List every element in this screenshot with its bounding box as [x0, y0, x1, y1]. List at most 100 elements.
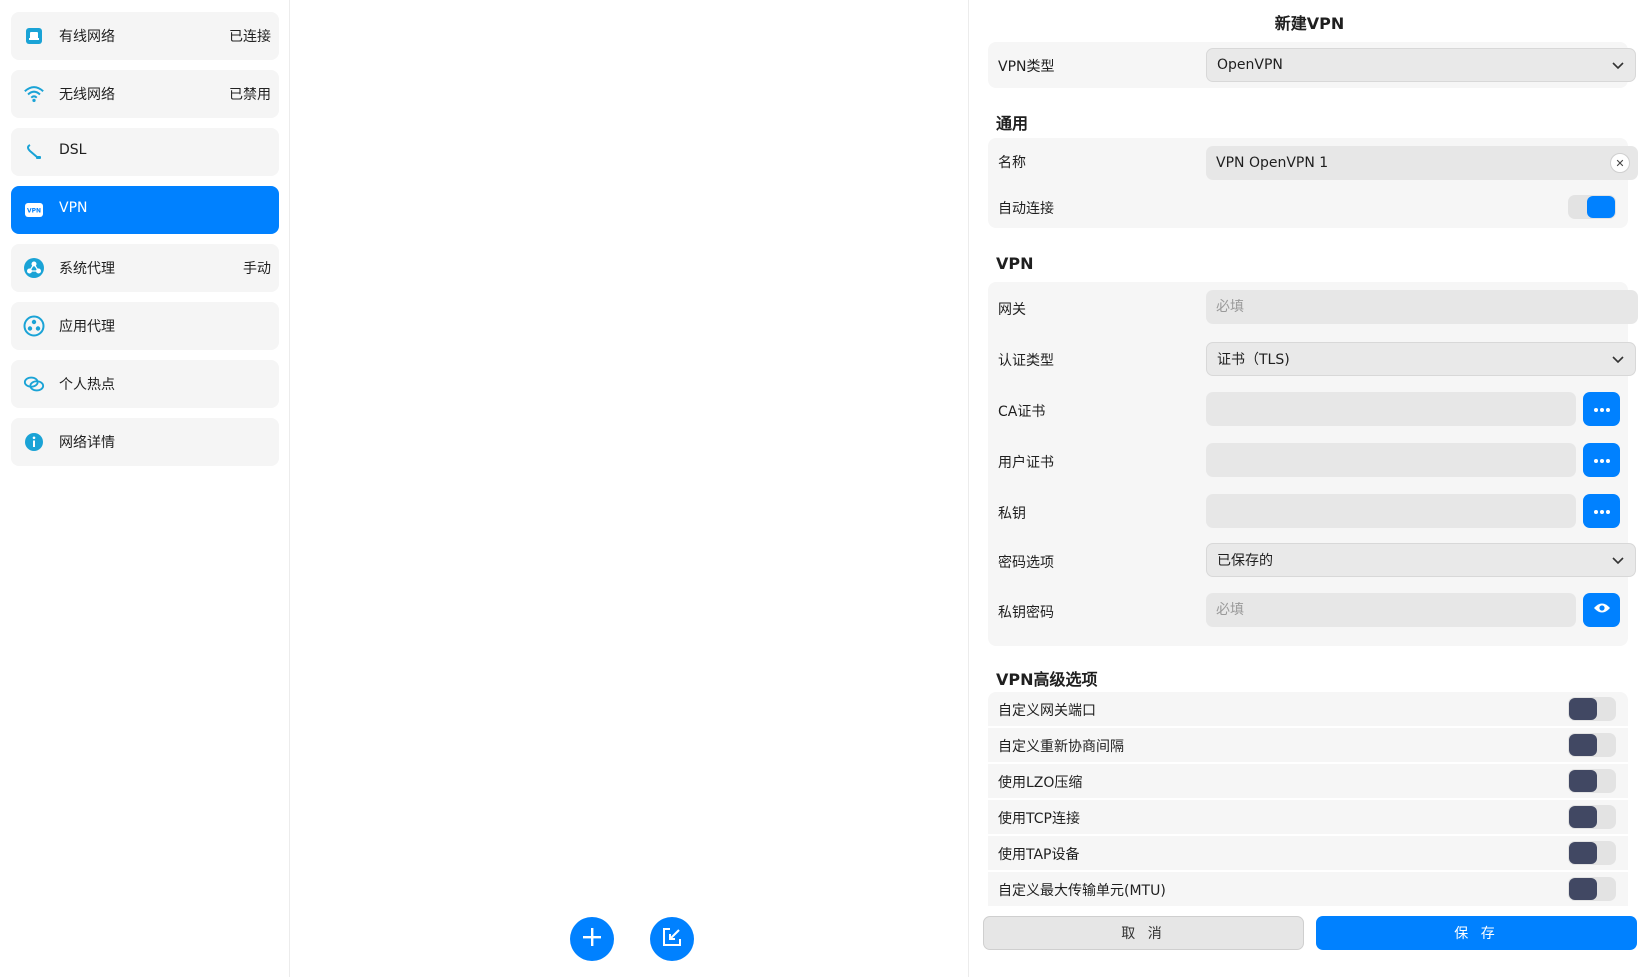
sidebar-item-label: 个人热点: [59, 377, 115, 393]
private-key-input[interactable]: [1216, 503, 1576, 519]
sidebar-item-vpn[interactable]: VPN VPN: [11, 186, 279, 234]
wired-network-icon: [23, 25, 45, 47]
sidebar-item-network-details[interactable]: 网络详情: [11, 418, 279, 466]
user-cert-field[interactable]: [1206, 443, 1576, 477]
general-group: 名称 ✕ 自动连接: [988, 138, 1638, 228]
system-proxy-icon: [23, 257, 45, 279]
tap-device-toggle[interactable]: [1568, 841, 1616, 865]
custom-gateway-port-toggle[interactable]: [1568, 697, 1616, 721]
more-icon: [1593, 503, 1611, 519]
custom-renegotiate-toggle[interactable]: [1568, 733, 1616, 757]
new-vpn-panel: 新建VPN VPN类型 OpenVPN 通用 名称 ✕ 自动连: [970, 0, 1649, 977]
sidebar-item-wireless[interactable]: 无线网络 已禁用: [11, 70, 279, 118]
private-key-field[interactable]: [1206, 494, 1576, 528]
auth-type-value: 证书（TLS): [1217, 352, 1290, 368]
advanced-option-label: 使用TAP设备: [998, 847, 1080, 863]
import-vpn-button[interactable]: [650, 917, 694, 961]
user-cert-input[interactable]: [1216, 452, 1576, 468]
clear-icon[interactable]: ✕: [1610, 153, 1630, 173]
form-actions: 取 消 保 存: [970, 908, 1649, 977]
private-key-password-field[interactable]: [1206, 593, 1576, 627]
private-key-browse-button[interactable]: [1583, 494, 1620, 528]
tcp-connection-toggle[interactable]: [1568, 805, 1616, 829]
save-button[interactable]: 保 存: [1316, 916, 1637, 950]
sidebar-item-label: VPN: [59, 200, 88, 216]
advanced-row: 自定义网关端口: [988, 692, 1628, 727]
sidebar-item-label: 有线网络: [59, 29, 115, 45]
chevron-down-icon: [1611, 553, 1625, 567]
gateway-label: 网关: [998, 302, 1026, 318]
user-cert-label: 用户证书: [998, 455, 1054, 471]
sidebar-item-label: 网络详情: [59, 435, 115, 451]
ca-cert-input[interactable]: [1216, 401, 1576, 417]
vpn-icon: VPN: [23, 199, 45, 221]
wifi-icon: [23, 83, 45, 105]
more-icon: [1593, 452, 1611, 468]
name-field[interactable]: ✕: [1206, 146, 1638, 180]
sidebar-item-status: 已禁用: [229, 87, 271, 103]
advanced-option-label: 自定义最大传输单元(MTU): [998, 883, 1166, 899]
sidebar-item-status: 手动: [243, 261, 271, 277]
advanced-option-label: 使用LZO压缩: [998, 775, 1083, 791]
cancel-button[interactable]: 取 消: [983, 916, 1304, 950]
control-center-window: 有线网络 已连接 无线网络 已禁用 DSL VPN VPN 系统代理 手动 应用…: [0, 0, 1649, 977]
gateway-input[interactable]: [1216, 299, 1638, 315]
advanced-row: 使用LZO压缩: [988, 764, 1628, 799]
custom-mtu-toggle[interactable]: [1568, 877, 1616, 901]
toggle-knob: [1569, 806, 1597, 828]
vpn-settings-group: 网关 认证类型 证书（TLS) CA证书: [988, 282, 1638, 646]
toggle-knob: [1569, 698, 1597, 720]
add-vpn-button[interactable]: [570, 917, 614, 961]
chevron-down-icon: [1611, 352, 1625, 366]
auto-connect-label: 自动连接: [998, 201, 1054, 217]
private-key-password-input[interactable]: [1216, 602, 1576, 618]
page-title: 新建VPN: [1274, 14, 1345, 33]
plus-icon: [581, 926, 603, 952]
auth-type-label: 认证类型: [998, 353, 1054, 369]
toggle-knob: [1569, 770, 1597, 792]
more-icon: [1593, 401, 1611, 417]
sidebar-item-label: 无线网络: [59, 87, 115, 103]
sidebar-item-wired[interactable]: 有线网络 已连接: [11, 12, 279, 60]
hotspot-icon: [23, 373, 45, 395]
eye-icon: [1593, 602, 1611, 618]
lzo-compression-toggle[interactable]: [1568, 769, 1616, 793]
advanced-row: 自定义重新协商间隔: [988, 728, 1628, 763]
sidebar-item-dsl[interactable]: DSL: [11, 128, 279, 176]
auto-connect-toggle[interactable]: [1568, 195, 1616, 219]
name-input[interactable]: [1216, 155, 1638, 171]
vpn-type-label: VPN类型: [998, 59, 1055, 75]
sidebar-item-label: 系统代理: [59, 261, 115, 277]
gateway-field[interactable]: [1206, 290, 1638, 324]
import-icon: [661, 926, 683, 952]
ca-cert-browse-button[interactable]: [1583, 392, 1620, 426]
advanced-section-title: VPN高级选项: [996, 670, 1098, 689]
show-password-button[interactable]: [1583, 593, 1620, 627]
ca-cert-field[interactable]: [1206, 392, 1576, 426]
user-cert-browse-button[interactable]: [1583, 443, 1620, 477]
advanced-row: 自定义最大传输单元(MTU): [988, 872, 1628, 907]
form-scroll-area[interactable]: 新建VPN VPN类型 OpenVPN 通用 名称 ✕ 自动连: [970, 0, 1649, 908]
password-option-value: 已保存的: [1217, 553, 1273, 569]
password-option-select[interactable]: 已保存的: [1206, 543, 1636, 577]
sidebar-item-app-proxy[interactable]: 应用代理: [11, 302, 279, 350]
advanced-row: 使用TCP连接: [988, 800, 1628, 835]
vpn-type-group: VPN类型 OpenVPN: [988, 42, 1636, 88]
dsl-icon: [23, 141, 45, 163]
name-label: 名称: [998, 155, 1026, 171]
auth-type-select[interactable]: 证书（TLS): [1206, 342, 1636, 376]
advanced-option-label: 自定义网关端口: [998, 703, 1096, 719]
vpn-type-value: OpenVPN: [1217, 57, 1283, 73]
sidebar-item-system-proxy[interactable]: 系统代理 手动: [11, 244, 279, 292]
toggle-knob: [1569, 842, 1597, 864]
private-key-password-label: 私钥密码: [998, 605, 1054, 621]
password-option-label: 密码选项: [998, 555, 1054, 571]
network-sidebar: 有线网络 已连接 无线网络 已禁用 DSL VPN VPN 系统代理 手动 应用…: [0, 0, 290, 977]
sidebar-item-label: DSL: [59, 142, 87, 158]
toggle-knob: [1587, 196, 1615, 218]
app-proxy-icon: [23, 315, 45, 337]
sidebar-item-status: 已连接: [229, 29, 271, 45]
sidebar-item-hotspot[interactable]: 个人热点: [11, 360, 279, 408]
vpn-type-select[interactable]: OpenVPN: [1206, 48, 1636, 82]
info-icon: [23, 431, 45, 453]
